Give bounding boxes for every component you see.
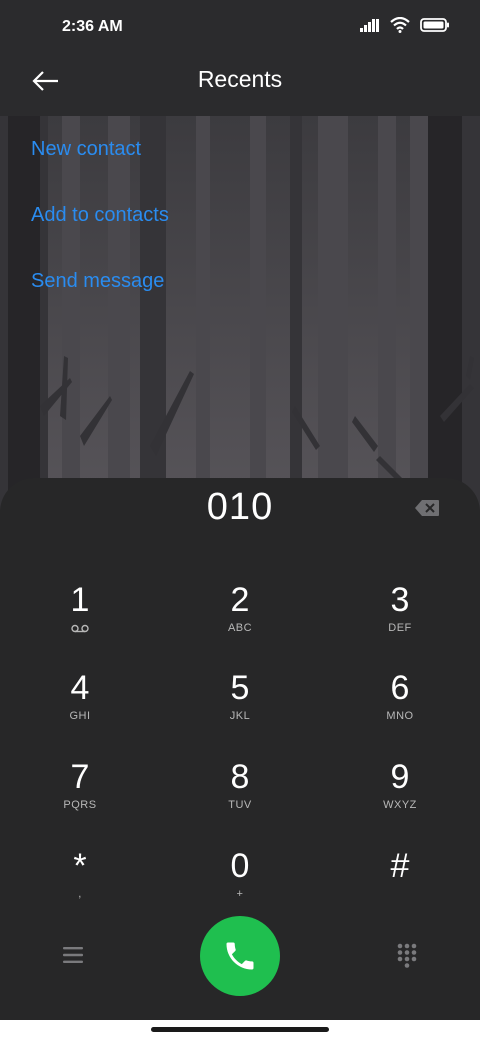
key-star[interactable]: * ,	[20, 846, 140, 926]
key-letters: ,	[78, 888, 82, 900]
wifi-icon	[390, 17, 410, 33]
key-5[interactable]: 5 JKL	[180, 668, 300, 748]
status-bar: 2:36 AM	[0, 0, 480, 56]
menu-icon[interactable]	[60, 942, 86, 968]
key-digit: 4	[70, 669, 90, 707]
signal-icon	[360, 19, 379, 32]
send-message-link[interactable]: Send message	[31, 248, 169, 314]
status-icons	[360, 17, 450, 33]
key-digit: 5	[230, 669, 250, 707]
phone-icon	[226, 942, 254, 970]
backspace-icon[interactable]	[414, 498, 440, 518]
key-6[interactable]: 6 MNO	[340, 668, 460, 748]
phone-screen: 2:36 AM Recents New contact Add to conta…	[0, 0, 480, 1040]
key-digit: 0	[230, 847, 250, 885]
key-letters: DEF	[388, 622, 412, 634]
key-4[interactable]: 4 GHI	[20, 668, 140, 748]
key-digit: 1	[70, 581, 90, 619]
key-digit: 8	[230, 758, 250, 796]
key-digit: 6	[390, 669, 410, 707]
key-8[interactable]: 8 TUV	[180, 757, 300, 837]
dialpad-sheet: 010 1 2 ABC 3 DEF 4 GHI 5 JKL 6 MNO 7 PQ…	[0, 478, 480, 1020]
call-button[interactable]	[200, 916, 280, 996]
new-contact-link[interactable]: New contact	[31, 116, 169, 182]
home-indicator[interactable]	[151, 1027, 329, 1032]
key-letters: ABC	[227, 622, 253, 634]
dialpad-actions	[0, 916, 480, 996]
battery-icon	[420, 18, 449, 32]
key-digit: 2	[230, 581, 250, 619]
add-to-contacts-link[interactable]: Add to contacts	[31, 182, 169, 248]
key-9[interactable]: 9 WXYZ	[340, 757, 460, 837]
key-digit: *	[73, 847, 87, 885]
key-digit: 3	[390, 581, 410, 619]
key-digit: 9	[390, 758, 410, 796]
key-2[interactable]: 2 ABC	[180, 580, 300, 660]
voicemail-icon	[71, 624, 89, 633]
key-7[interactable]: 7 PQRS	[20, 757, 140, 837]
key-hash[interactable]: #	[340, 846, 460, 926]
status-time: 2:36 AM	[62, 18, 123, 35]
key-3[interactable]: 3 DEF	[340, 580, 460, 660]
key-letters: TUV	[228, 799, 252, 811]
system-nav-bar	[0, 1020, 480, 1040]
key-letters: +	[236, 888, 244, 900]
key-letters: WXYZ	[383, 799, 417, 811]
key-0[interactable]: 0 +	[180, 846, 300, 926]
number-actions: New contact Add to contacts Send message	[31, 116, 169, 314]
key-digit: #	[390, 847, 410, 885]
dialed-number: 010	[206, 486, 274, 528]
key-letters: GHI	[69, 710, 91, 722]
key-digit: 7	[70, 758, 90, 796]
keypad-icon[interactable]	[396, 942, 418, 968]
key-letters: JKL	[229, 710, 251, 722]
key-1[interactable]: 1	[20, 580, 140, 660]
app-header: Recents	[0, 56, 480, 116]
key-letters: PQRS	[63, 799, 97, 811]
key-letters: MNO	[386, 710, 414, 722]
page-title: Recents	[197, 66, 283, 92]
